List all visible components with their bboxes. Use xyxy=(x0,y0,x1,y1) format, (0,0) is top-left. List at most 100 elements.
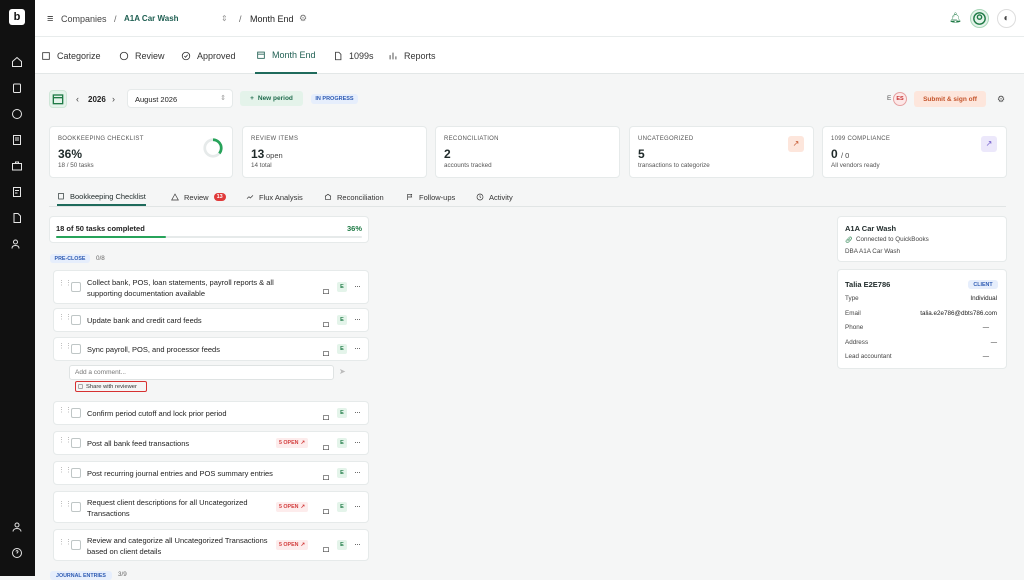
assignee-badge[interactable]: E xyxy=(337,468,347,478)
home-icon[interactable] xyxy=(10,55,24,69)
open-count-badge[interactable]: 5 OPEN ↗ xyxy=(276,540,308,550)
share-with-reviewer-toggle[interactable]: Share with reviewer xyxy=(75,381,147,392)
more-icon[interactable]: ··· xyxy=(354,343,361,353)
drag-handle-icon[interactable]: ⋮⋮ xyxy=(58,407,72,418)
drag-handle-icon[interactable]: ⋮⋮ xyxy=(58,314,72,325)
help-icon[interactable] xyxy=(10,546,24,560)
submit-signoff-button[interactable]: Submit & sign off xyxy=(914,91,986,107)
assignee-badge[interactable]: E xyxy=(337,502,347,512)
comment-icon[interactable] xyxy=(322,409,332,420)
drag-handle-icon[interactable]: ⋮⋮ xyxy=(58,437,72,448)
prev-year-icon[interactable]: ‹ xyxy=(76,94,79,104)
account-icon[interactable] xyxy=(970,9,989,28)
subtab-reconciliation[interactable]: Reconciliation xyxy=(324,190,384,204)
drag-handle-icon[interactable]: ⋮⋮ xyxy=(58,343,72,354)
subtab-review[interactable]: Review 13 xyxy=(171,190,226,204)
task-checkbox[interactable] xyxy=(71,540,81,550)
drag-handle-icon[interactable]: ⋮⋮ xyxy=(58,467,72,478)
clipboard-icon[interactable] xyxy=(10,81,24,95)
calendar-button[interactable] xyxy=(49,90,67,108)
send-icon[interactable]: ➤ xyxy=(339,367,346,376)
open-count-badge[interactable]: 5 OPEN ↗ xyxy=(276,438,308,448)
menu-icon[interactable]: ≡ xyxy=(47,0,53,37)
card-review-items[interactable]: REVIEW ITEMS 13 open 14 total xyxy=(242,126,427,178)
external-link-icon[interactable]: ↗ xyxy=(788,136,804,152)
task-row[interactable]: ⋮⋮ Update bank and credit card feeds E ·… xyxy=(53,308,369,332)
more-icon[interactable]: ··· xyxy=(354,314,361,324)
task-checkbox[interactable] xyxy=(71,344,81,354)
card-reconciliation[interactable]: RECONCILIATION 2 accounts tracked xyxy=(435,126,620,178)
new-period-button[interactable]: + New period xyxy=(240,91,303,106)
comment-icon[interactable] xyxy=(322,316,332,327)
tab-month-end[interactable]: Month End xyxy=(255,37,317,74)
more-icon[interactable]: ··· xyxy=(354,467,361,477)
report-icon[interactable] xyxy=(10,185,24,199)
dark-mode-icon[interactable]: ◐ xyxy=(997,9,1016,28)
users-icon[interactable] xyxy=(10,237,24,251)
more-icon[interactable]: ··· xyxy=(354,281,361,291)
comment-icon[interactable] xyxy=(322,469,332,480)
comment-icon[interactable] xyxy=(322,503,332,514)
open-count-badge[interactable]: 5 OPEN ↗ xyxy=(276,502,308,512)
breadcrumb-companies[interactable]: Companies xyxy=(61,0,107,37)
drag-handle-icon[interactable]: ⋮⋮ xyxy=(58,539,72,550)
avatar[interactable]: ES xyxy=(893,92,907,106)
task-checkbox[interactable] xyxy=(71,438,81,448)
subtab-flux-analysis[interactable]: Flux Analysis xyxy=(246,190,303,204)
drag-handle-icon[interactable]: ⋮⋮ xyxy=(58,280,72,291)
task-row[interactable]: ⋮⋮ Sync payroll, POS, and processor feed… xyxy=(53,337,369,361)
subtab-bookkeeping-checklist[interactable]: Bookkeeping Checklist xyxy=(57,189,146,206)
task-row[interactable]: ⋮⋮ Collect bank, POS, loan statements, p… xyxy=(53,270,369,304)
task-checkbox[interactable] xyxy=(71,282,81,292)
tab-categorize[interactable]: Categorize xyxy=(41,37,101,74)
tab-approved[interactable]: Approved xyxy=(181,37,236,74)
assignee-badge[interactable]: E xyxy=(337,344,347,354)
comment-input[interactable] xyxy=(69,365,334,380)
bell-icon[interactable]: 🔔︎ xyxy=(949,0,962,37)
tab-1099s[interactable]: 1099s xyxy=(333,37,374,74)
task-checkbox[interactable] xyxy=(71,408,81,418)
settings-icon[interactable]: ⚙ xyxy=(997,94,1005,105)
subtab-follow-ups[interactable]: Follow-ups xyxy=(406,190,455,204)
more-icon[interactable]: ··· xyxy=(354,407,361,417)
company-selector[interactable]: A1A Car Wash xyxy=(124,0,179,37)
comment-icon[interactable] xyxy=(322,439,332,450)
card-uncategorized[interactable]: UNCATEGORIZED 5 transactions to categori… xyxy=(629,126,814,178)
share-checkbox[interactable] xyxy=(78,384,83,389)
user-icon[interactable] xyxy=(10,520,24,534)
file-icon[interactable] xyxy=(10,211,24,225)
task-row[interactable]: ⋮⋮ Review and categorize all Uncategoriz… xyxy=(53,529,369,561)
more-icon[interactable]: ··· xyxy=(354,437,361,447)
comment-icon[interactable] xyxy=(322,541,332,552)
document-icon[interactable] xyxy=(10,133,24,147)
task-checkbox[interactable] xyxy=(71,315,81,325)
assignee-badge[interactable]: E xyxy=(337,540,347,550)
card-checklist[interactable]: BOOKKEEPING CHECKLIST 36% 18 / 50 tasks xyxy=(49,126,233,178)
task-row[interactable]: ⋮⋮ Confirm period cutoff and lock prior … xyxy=(53,401,369,425)
app-logo[interactable]: b xyxy=(9,9,25,25)
external-link-icon[interactable]: ↗ xyxy=(981,136,997,152)
comment-icon[interactable] xyxy=(322,345,332,356)
month-select[interactable]: August 2026 ⇕ xyxy=(127,89,233,108)
task-row[interactable]: ⋮⋮ Request client descriptions for all U… xyxy=(53,491,369,523)
next-year-icon[interactable]: › xyxy=(112,94,115,104)
task-row[interactable]: ⋮⋮ Post recurring journal entries and PO… xyxy=(53,461,369,485)
assignee-badge[interactable]: E xyxy=(337,282,347,292)
more-icon[interactable]: ··· xyxy=(354,539,361,549)
task-row[interactable]: ⋮⋮ Post all bank feed transactions 5 OPE… xyxy=(53,431,369,455)
drag-handle-icon[interactable]: ⋮⋮ xyxy=(58,501,72,512)
assignee-badge[interactable]: E xyxy=(337,438,347,448)
more-icon[interactable]: ··· xyxy=(354,501,361,511)
chevron-updown-icon[interactable]: ⇕ xyxy=(221,0,228,37)
tab-reports[interactable]: Reports xyxy=(388,37,436,74)
card-1099[interactable]: 1099 COMPLIANCE 0 / 0 All vendors ready … xyxy=(822,126,1007,178)
briefcase-icon[interactable] xyxy=(10,159,24,173)
comment-icon[interactable] xyxy=(322,283,332,294)
assignee-badge[interactable]: E xyxy=(337,408,347,418)
subtab-activity[interactable]: Activity xyxy=(476,190,513,204)
task-checkbox[interactable] xyxy=(71,502,81,512)
assignee-badge[interactable]: E xyxy=(337,315,347,325)
settings-icon[interactable]: ⚙ xyxy=(299,0,307,37)
tab-review[interactable]: Review xyxy=(119,37,165,74)
client-email-value[interactable]: talia.e2e786@dbts786.com xyxy=(920,310,997,317)
